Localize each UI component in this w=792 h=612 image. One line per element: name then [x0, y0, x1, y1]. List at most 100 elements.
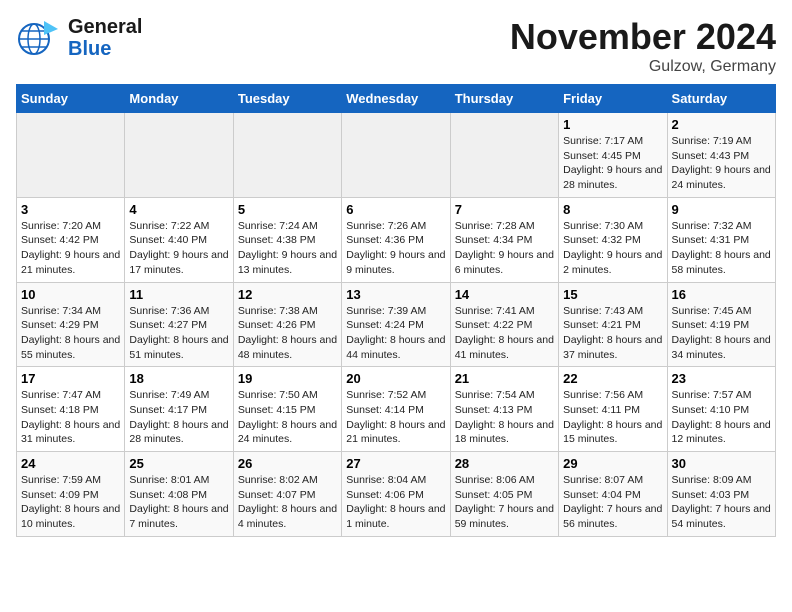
day-number: 16 — [672, 287, 771, 302]
day-number: 5 — [238, 202, 337, 217]
day-info: Sunrise: 7:56 AM Sunset: 4:11 PM Dayligh… — [563, 388, 662, 447]
calendar-cell: 1 Sunrise: 7:17 AM Sunset: 4:45 PM Daylig… — [559, 113, 667, 198]
calendar-cell: 5Sunrise: 7:24 AM Sunset: 4:38 PM Daylig… — [233, 197, 341, 282]
calendar-cell: 6 Sunrise: 7:26 AM Sunset: 4:36 PM Daylig… — [342, 197, 450, 282]
calendar-cell: 11 Sunrise: 7:36 AM Sunset: 4:27 PM Dayli… — [125, 282, 233, 367]
calendar-cell: 20Sunrise: 7:52 AM Sunset: 4:14 PM Dayli… — [342, 367, 450, 452]
calendar-cell: 13 Sunrise: 7:39 AM Sunset: 4:24 PM Dayli… — [342, 282, 450, 367]
day-info: Sunrise: 7:50 AM Sunset: 4:15 PM Dayligh… — [238, 388, 337, 447]
calendar-cell: 16Sunrise: 7:45 AM Sunset: 4:19 PM Dayli… — [667, 282, 775, 367]
calendar-cell: 15 Sunrise: 7:43 AM Sunset: 4:21 PM Dayli… — [559, 282, 667, 367]
day-info: Sunrise: 7:22 AM Sunset: 4:40 PM Dayligh… — [129, 219, 228, 278]
logo-icon — [16, 19, 58, 57]
logo: General Blue — [16, 16, 142, 60]
day-number: 23 — [672, 371, 771, 386]
calendar-week-4: 17 Sunrise: 7:47 AM Sunset: 4:18 PM Dayli… — [17, 367, 776, 452]
day-info: Sunrise: 7:59 AM Sunset: 4:09 PM Dayligh… — [21, 473, 120, 532]
day-info: Sunrise: 7:41 AM Sunset: 4:22 PM Dayligh… — [455, 304, 554, 363]
day-number: 13 — [346, 287, 445, 302]
month-title: November 2024 — [510, 16, 776, 58]
calendar-cell: 29 Sunrise: 8:07 AM Sunset: 4:04 PM Dayli… — [559, 452, 667, 537]
calendar-cell: 7 Sunrise: 7:28 AM Sunset: 4:34 PM Daylig… — [450, 197, 558, 282]
page-header: General Blue November 2024 Gulzow, Germa… — [16, 16, 776, 76]
day-number: 10 — [21, 287, 120, 302]
calendar-cell — [125, 113, 233, 198]
calendar-week-1: 1 Sunrise: 7:17 AM Sunset: 4:45 PM Daylig… — [17, 113, 776, 198]
day-number: 28 — [455, 456, 554, 471]
day-number: 12 — [238, 287, 337, 302]
day-info: Sunrise: 7:39 AM Sunset: 4:24 PM Dayligh… — [346, 304, 445, 363]
calendar-cell: 12 Sunrise: 7:38 AM Sunset: 4:26 PM Dayli… — [233, 282, 341, 367]
day-info: Sunrise: 8:04 AM Sunset: 4:06 PM Dayligh… — [346, 473, 445, 532]
calendar-cell: 22Sunrise: 7:56 AM Sunset: 4:11 PM Dayli… — [559, 367, 667, 452]
day-number: 6 — [346, 202, 445, 217]
calendar-cell: 28 Sunrise: 8:06 AM Sunset: 4:05 PM Dayli… — [450, 452, 558, 537]
day-number: 7 — [455, 202, 554, 217]
day-info: Sunrise: 7:57 AM Sunset: 4:10 PM Dayligh… — [672, 388, 771, 447]
day-info: Sunrise: 7:34 AM Sunset: 4:29 PM Dayligh… — [21, 304, 120, 363]
day-number: 18 — [129, 371, 228, 386]
day-info: Sunrise: 7:36 AM Sunset: 4:27 PM Dayligh… — [129, 304, 228, 363]
calendar-cell — [233, 113, 341, 198]
title-block: November 2024 Gulzow, Germany — [510, 16, 776, 76]
day-number: 8 — [563, 202, 662, 217]
calendar-cell: 26 Sunrise: 8:02 AM Sunset: 4:07 PM Dayli… — [233, 452, 341, 537]
day-info: Sunrise: 7:20 AM Sunset: 4:42 PM Dayligh… — [21, 219, 120, 278]
day-number: 21 — [455, 371, 554, 386]
calendar-cell — [342, 113, 450, 198]
day-number: 19 — [238, 371, 337, 386]
calendar-week-3: 10 Sunrise: 7:34 AM Sunset: 4:29 PM Dayli… — [17, 282, 776, 367]
day-info: Sunrise: 8:06 AM Sunset: 4:05 PM Dayligh… — [455, 473, 554, 532]
day-info: Sunrise: 7:54 AM Sunset: 4:13 PM Dayligh… — [455, 388, 554, 447]
day-number: 27 — [346, 456, 445, 471]
location: Gulzow, Germany — [510, 58, 776, 76]
weekday-header-tuesday: Tuesday — [233, 85, 341, 113]
day-number: 26 — [238, 456, 337, 471]
calendar-cell: 8 Sunrise: 7:30 AM Sunset: 4:32 PM Daylig… — [559, 197, 667, 282]
day-number: 1 — [563, 117, 662, 132]
day-number: 15 — [563, 287, 662, 302]
day-info: Sunrise: 7:47 AM Sunset: 4:18 PM Dayligh… — [21, 388, 120, 447]
day-info: Sunrise: 7:17 AM Sunset: 4:45 PM Dayligh… — [563, 134, 662, 193]
logo-blue: Blue — [68, 38, 142, 60]
day-info: Sunrise: 7:43 AM Sunset: 4:21 PM Dayligh… — [563, 304, 662, 363]
calendar-cell: 18Sunrise: 7:49 AM Sunset: 4:17 PM Dayli… — [125, 367, 233, 452]
weekday-header-thursday: Thursday — [450, 85, 558, 113]
day-number: 24 — [21, 456, 120, 471]
day-number: 20 — [346, 371, 445, 386]
day-info: Sunrise: 8:01 AM Sunset: 4:08 PM Dayligh… — [129, 473, 228, 532]
day-info: Sunrise: 7:26 AM Sunset: 4:36 PM Dayligh… — [346, 219, 445, 278]
calendar-cell: 2Sunrise: 7:19 AM Sunset: 4:43 PM Daylig… — [667, 113, 775, 198]
day-number: 11 — [129, 287, 228, 302]
calendar-cell: 25Sunrise: 8:01 AM Sunset: 4:08 PM Dayli… — [125, 452, 233, 537]
weekday-header-monday: Monday — [125, 85, 233, 113]
day-number: 30 — [672, 456, 771, 471]
calendar-cell: 21 Sunrise: 7:54 AM Sunset: 4:13 PM Dayli… — [450, 367, 558, 452]
day-number: 2 — [672, 117, 771, 132]
calendar-cell: 23 Sunrise: 7:57 AM Sunset: 4:10 PM Dayli… — [667, 367, 775, 452]
day-number: 3 — [21, 202, 120, 217]
day-info: Sunrise: 7:30 AM Sunset: 4:32 PM Dayligh… — [563, 219, 662, 278]
day-info: Sunrise: 8:02 AM Sunset: 4:07 PM Dayligh… — [238, 473, 337, 532]
day-info: Sunrise: 8:07 AM Sunset: 4:04 PM Dayligh… — [563, 473, 662, 532]
calendar-cell: 24 Sunrise: 7:59 AM Sunset: 4:09 PM Dayli… — [17, 452, 125, 537]
day-info: Sunrise: 8:09 AM Sunset: 4:03 PM Dayligh… — [672, 473, 771, 532]
calendar-cell — [17, 113, 125, 198]
weekday-header-saturday: Saturday — [667, 85, 775, 113]
calendar-week-2: 3 Sunrise: 7:20 AM Sunset: 4:42 PM Daylig… — [17, 197, 776, 282]
weekday-header-wednesday: Wednesday — [342, 85, 450, 113]
day-info: Sunrise: 7:38 AM Sunset: 4:26 PM Dayligh… — [238, 304, 337, 363]
day-number: 9 — [672, 202, 771, 217]
calendar-cell: 30 Sunrise: 8:09 AM Sunset: 4:03 PM Dayli… — [667, 452, 775, 537]
day-number: 29 — [563, 456, 662, 471]
day-number: 14 — [455, 287, 554, 302]
calendar-cell: 19 Sunrise: 7:50 AM Sunset: 4:15 PM Dayli… — [233, 367, 341, 452]
day-number: 17 — [21, 371, 120, 386]
calendar-cell: 9Sunrise: 7:32 AM Sunset: 4:31 PM Daylig… — [667, 197, 775, 282]
calendar-cell: 17 Sunrise: 7:47 AM Sunset: 4:18 PM Dayli… — [17, 367, 125, 452]
calendar: SundayMondayTuesdayWednesdayThursdayFrid… — [16, 84, 776, 537]
weekday-header-sunday: Sunday — [17, 85, 125, 113]
calendar-cell: 27 Sunrise: 8:04 AM Sunset: 4:06 PM Dayli… — [342, 452, 450, 537]
calendar-cell: 3 Sunrise: 7:20 AM Sunset: 4:42 PM Daylig… — [17, 197, 125, 282]
day-info: Sunrise: 7:28 AM Sunset: 4:34 PM Dayligh… — [455, 219, 554, 278]
